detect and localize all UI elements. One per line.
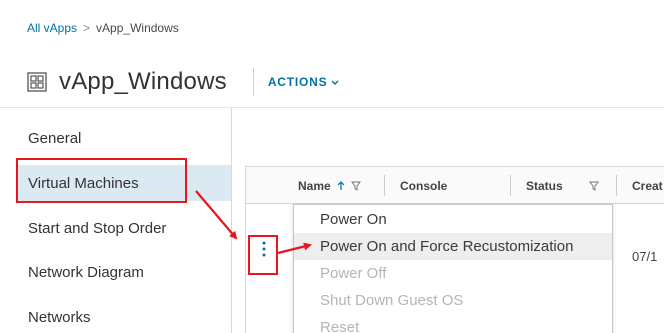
row-actions-button[interactable] xyxy=(257,234,271,264)
column-name-label: Name xyxy=(298,178,331,193)
column-status-label: Status xyxy=(526,178,563,193)
actions-button[interactable]: ACTIONS xyxy=(268,75,340,89)
sidebar-item-network-diagram[interactable]: Network Diagram xyxy=(16,254,231,290)
menu-item-power-off: Power Off xyxy=(320,265,387,282)
sidebar: General Virtual Machines Start and Stop … xyxy=(0,108,231,333)
header-divider xyxy=(252,68,254,96)
breadcrumb-separator: > xyxy=(83,21,91,35)
row-context-menu: Power On Power On and Force Recustomizat… xyxy=(293,204,613,333)
breadcrumb-current: vApp_Windows xyxy=(96,21,179,35)
column-created-label: Creat xyxy=(632,178,663,193)
sidebar-item-start-and-stop-order[interactable]: Start and Stop Order xyxy=(16,210,231,246)
menu-item-shut-down-guest-os: Shut Down Guest OS xyxy=(320,292,464,309)
column-separator[interactable] xyxy=(616,175,617,196)
menu-item-power-on[interactable]: Power On xyxy=(294,206,612,233)
column-separator[interactable] xyxy=(510,175,511,196)
menu-item-power-on-force-recustomization[interactable]: Power On and Force Recustomization xyxy=(294,233,612,260)
page-header: vApp_Windows ACTIONS xyxy=(27,64,339,100)
kebab-menu-icon xyxy=(262,241,266,257)
filter-icon[interactable] xyxy=(588,181,599,191)
column-header-status[interactable]: Status xyxy=(526,167,599,204)
column-header-name[interactable]: Name xyxy=(298,167,361,204)
menu-item-reset: Reset xyxy=(320,319,360,333)
actions-label: ACTIONS xyxy=(267,75,328,89)
sidebar-item-general[interactable]: General xyxy=(16,120,231,156)
breadcrumb: All vApps > vApp_Windows xyxy=(27,21,179,35)
column-console-label: Console xyxy=(400,178,448,193)
sidebar-item-networks[interactable]: Networks xyxy=(16,299,231,333)
filter-icon[interactable] xyxy=(350,181,361,191)
datagrid-header: Name Console Status Creat xyxy=(246,167,664,204)
sidebar-divider xyxy=(231,108,232,333)
sort-up-icon[interactable] xyxy=(337,180,345,191)
chevron-down-icon xyxy=(331,80,339,85)
vapp-icon xyxy=(27,72,47,92)
row-created-cell: 07/1 xyxy=(632,249,658,264)
breadcrumb-link-all-vapps[interactable]: All vApps xyxy=(27,21,77,35)
column-header-created[interactable]: Creat xyxy=(632,167,663,204)
column-header-console[interactable]: Console xyxy=(400,167,447,204)
page-title: vApp_Windows xyxy=(59,68,227,95)
sidebar-item-virtual-machines[interactable]: Virtual Machines xyxy=(16,165,231,201)
column-separator[interactable] xyxy=(384,175,385,196)
